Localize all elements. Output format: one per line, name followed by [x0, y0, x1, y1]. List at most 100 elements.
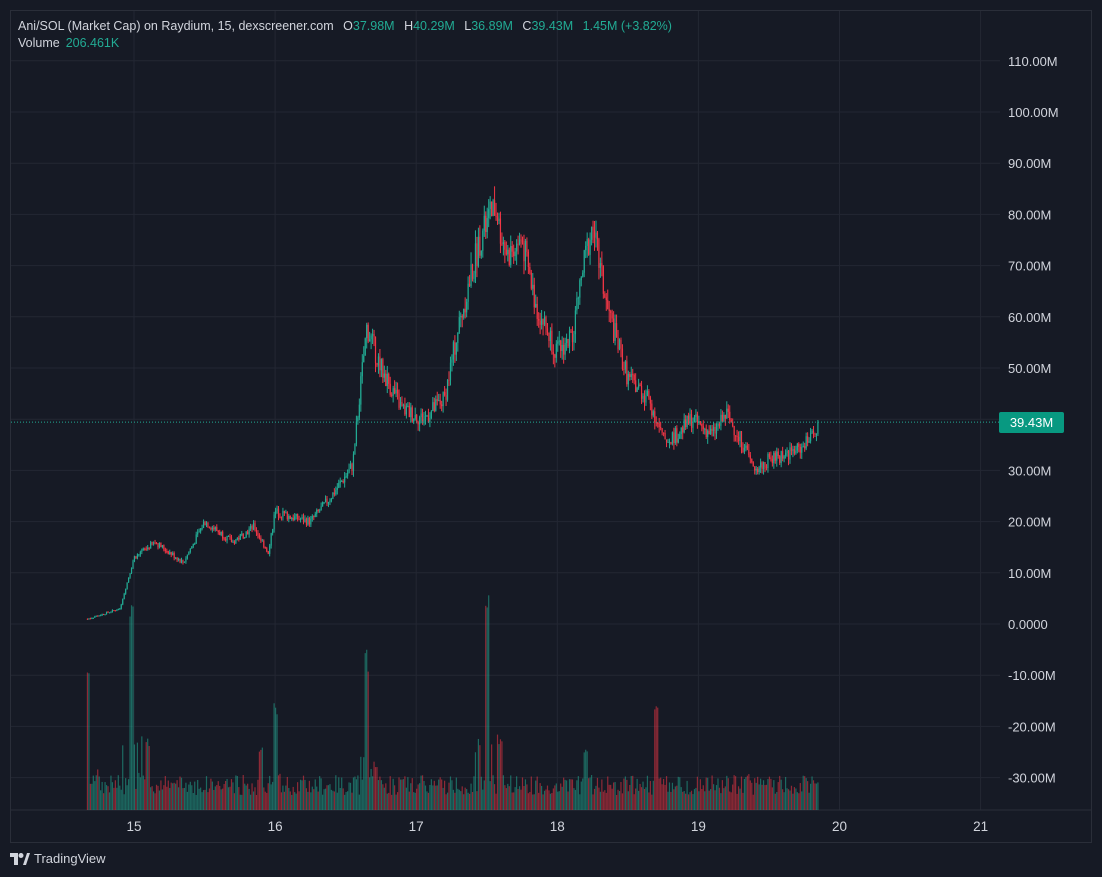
- volume-bar: [176, 780, 178, 810]
- candle-body: [95, 615, 97, 617]
- candle-body: [557, 341, 559, 344]
- candle-body: [239, 534, 241, 540]
- volume-bar: [551, 793, 553, 810]
- volume-bar: [142, 775, 144, 810]
- volume-bar: [200, 787, 202, 810]
- candle-body: [207, 523, 209, 528]
- volume-bar: [590, 775, 593, 810]
- candle-body: [148, 547, 150, 549]
- candle-body: [583, 250, 585, 273]
- candle-body: [416, 414, 418, 422]
- volume-bar: [182, 788, 184, 810]
- volume-bar: [737, 786, 740, 810]
- candle-body: [760, 462, 762, 468]
- candle-body: [122, 599, 124, 605]
- volume-bar: [809, 783, 812, 810]
- candle-body: [636, 387, 638, 392]
- tradingview-branding[interactable]: TradingView: [10, 851, 106, 866]
- candle-body: [817, 422, 819, 434]
- candle-body: [610, 311, 612, 313]
- volume-bar: [568, 779, 571, 810]
- candle-body: [814, 433, 816, 435]
- volume-bar: [521, 777, 524, 810]
- candle-body: [408, 405, 410, 418]
- volume-bar: [247, 783, 249, 810]
- volume-bar: [504, 785, 506, 810]
- symbol-title[interactable]: Ani/SOL (Market Cap) on Raydium, 15, dex…: [18, 19, 334, 33]
- chart-canvas[interactable]: 110.00M 100.00M 90.00M 80.00M 70.00M 60.00M 50…: [0, 0, 1102, 877]
- volume-bar: [735, 776, 737, 810]
- volume-bar: [245, 785, 247, 810]
- candle-body: [308, 517, 310, 525]
- candle-body: [552, 352, 554, 355]
- volume-bar: [236, 776, 238, 810]
- candle-body: [752, 462, 754, 467]
- candle-body: [263, 540, 265, 548]
- candle-body: [458, 317, 460, 333]
- volume-bar: [615, 794, 618, 810]
- candle-body: [726, 408, 728, 419]
- volume-bar: [782, 789, 784, 810]
- volume-bar: [488, 595, 490, 810]
- candle-body: [329, 500, 331, 502]
- volume-bar: [188, 784, 190, 810]
- volume-bar: [687, 794, 690, 810]
- x-axis-label: 16: [268, 819, 283, 834]
- candle-body: [577, 297, 579, 299]
- volume-bar: [796, 792, 798, 810]
- candle-body: [783, 456, 785, 459]
- volume-bar: [664, 784, 666, 810]
- candle-body: [107, 611, 109, 613]
- candle-body: [511, 245, 513, 252]
- candle-body: [141, 550, 143, 552]
- candle-body: [692, 422, 694, 428]
- volume-bar: [771, 787, 773, 810]
- volume-bar: [205, 776, 208, 810]
- volume-bar: [216, 785, 218, 810]
- volume-bar: [332, 790, 334, 810]
- candle-body: [624, 361, 626, 370]
- chart-window: 110.00M 100.00M 90.00M 80.00M 70.00M 60.00M 50…: [0, 0, 1102, 877]
- candle-body: [721, 414, 723, 422]
- candle-body: [640, 385, 643, 399]
- volume-bar: [389, 776, 391, 810]
- volume-bar: [194, 781, 196, 810]
- volume-bar: [576, 780, 578, 810]
- volume-bar: [248, 788, 250, 810]
- candle-body: [155, 542, 158, 544]
- candle-body: [588, 239, 590, 255]
- y-axis-label: 90.00M: [1008, 156, 1051, 171]
- candle-body: [426, 415, 428, 417]
- candle-body: [339, 481, 341, 484]
- volume-bar: [610, 784, 612, 810]
- candle-body: [380, 359, 382, 371]
- volume-bar: [758, 784, 760, 810]
- candle-body: [420, 413, 422, 418]
- volume-bar: [635, 788, 637, 810]
- volume-bar: [177, 787, 180, 810]
- volume-bar: [255, 794, 258, 810]
- candle-body: [563, 344, 565, 355]
- volume-bar: [567, 791, 569, 810]
- volume-bar: [593, 788, 596, 810]
- candle-body: [254, 523, 256, 531]
- candle-body: [463, 308, 465, 318]
- candle-body: [142, 548, 144, 551]
- candle-body: [229, 535, 231, 538]
- candle-body: [613, 318, 615, 341]
- volume-bar: [172, 783, 174, 810]
- candle-body: [154, 542, 156, 544]
- candle-body: [432, 402, 434, 412]
- volume-bar: [223, 784, 225, 810]
- volume-bar: [693, 789, 696, 810]
- volume-bar: [186, 791, 188, 810]
- candle-body: [633, 374, 635, 381]
- volume-bar: [423, 780, 425, 810]
- volume-label[interactable]: Volume: [18, 36, 60, 50]
- volume-bar: [110, 775, 112, 810]
- candle-body: [286, 512, 288, 520]
- volume-bar: [136, 742, 139, 810]
- volume-bar: [491, 744, 493, 810]
- candle-body: [589, 239, 591, 255]
- candle-body: [535, 303, 537, 308]
